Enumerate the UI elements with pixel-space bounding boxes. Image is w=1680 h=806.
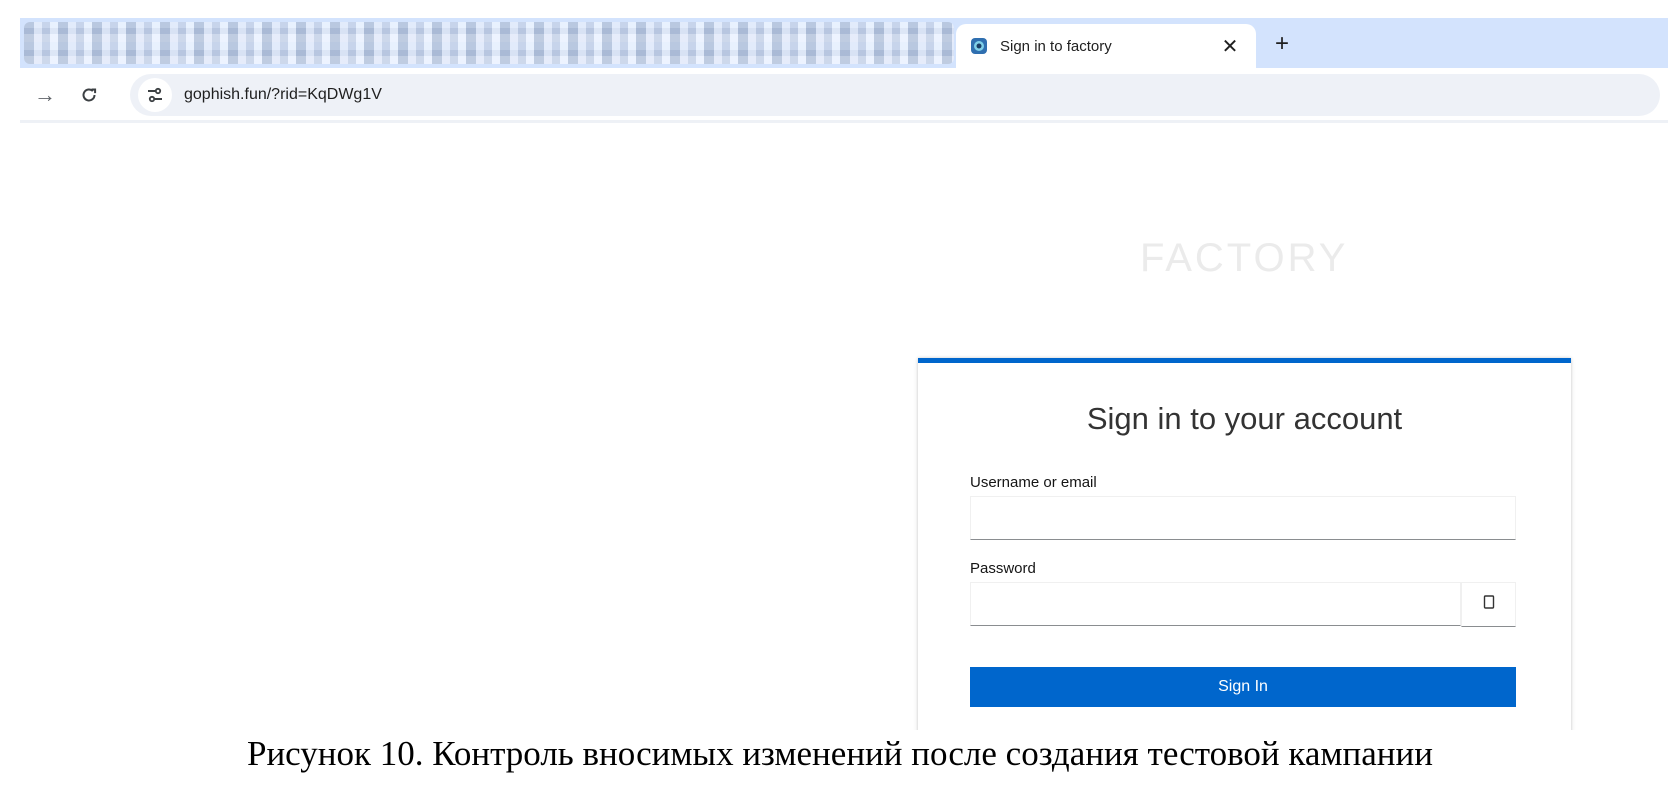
browser-toolbar: → gophish.fun/?rid=KqDWg1V [20, 68, 1668, 123]
login-title: Sign in to your account [1086, 401, 1403, 436]
eye-icon [1483, 595, 1495, 614]
username-label: Username or email [970, 474, 1097, 491]
browser-screenshot: Sign in to factory ✕ + → gophish.fun/?ri… [20, 18, 1668, 730]
username-input[interactable] [970, 496, 1516, 540]
tab-strip: Sign in to factory ✕ + [20, 18, 1668, 68]
site-favicon-icon [970, 37, 988, 55]
password-label: Password [970, 560, 1036, 577]
forward-icon[interactable]: → [30, 80, 60, 110]
reload-icon[interactable] [74, 80, 104, 110]
blurred-tabs [24, 22, 954, 64]
figure-caption: Рисунок 10. Контроль вносимых изменений … [246, 734, 1433, 773]
tab-sign-in[interactable]: Sign in to factory ✕ [956, 24, 1256, 68]
login-card: Sign in to your account Username or emai… [918, 358, 1571, 730]
sign-in-button[interactable]: Sign In [970, 667, 1516, 707]
show-password-button[interactable] [1461, 582, 1516, 627]
tab-title: Sign in to factory [1000, 37, 1112, 55]
brand-logo-text: FACTORY [1140, 236, 1349, 280]
close-icon[interactable]: ✕ [1218, 34, 1242, 58]
new-tab-button[interactable]: + [1268, 30, 1296, 58]
address-bar[interactable]: gophish.fun/?rid=KqDWg1V [130, 74, 1660, 116]
password-field [970, 582, 1516, 627]
site-settings-icon[interactable] [138, 78, 172, 112]
url-text[interactable]: gophish.fun/?rid=KqDWg1V [184, 86, 382, 104]
password-input[interactable] [970, 582, 1461, 626]
